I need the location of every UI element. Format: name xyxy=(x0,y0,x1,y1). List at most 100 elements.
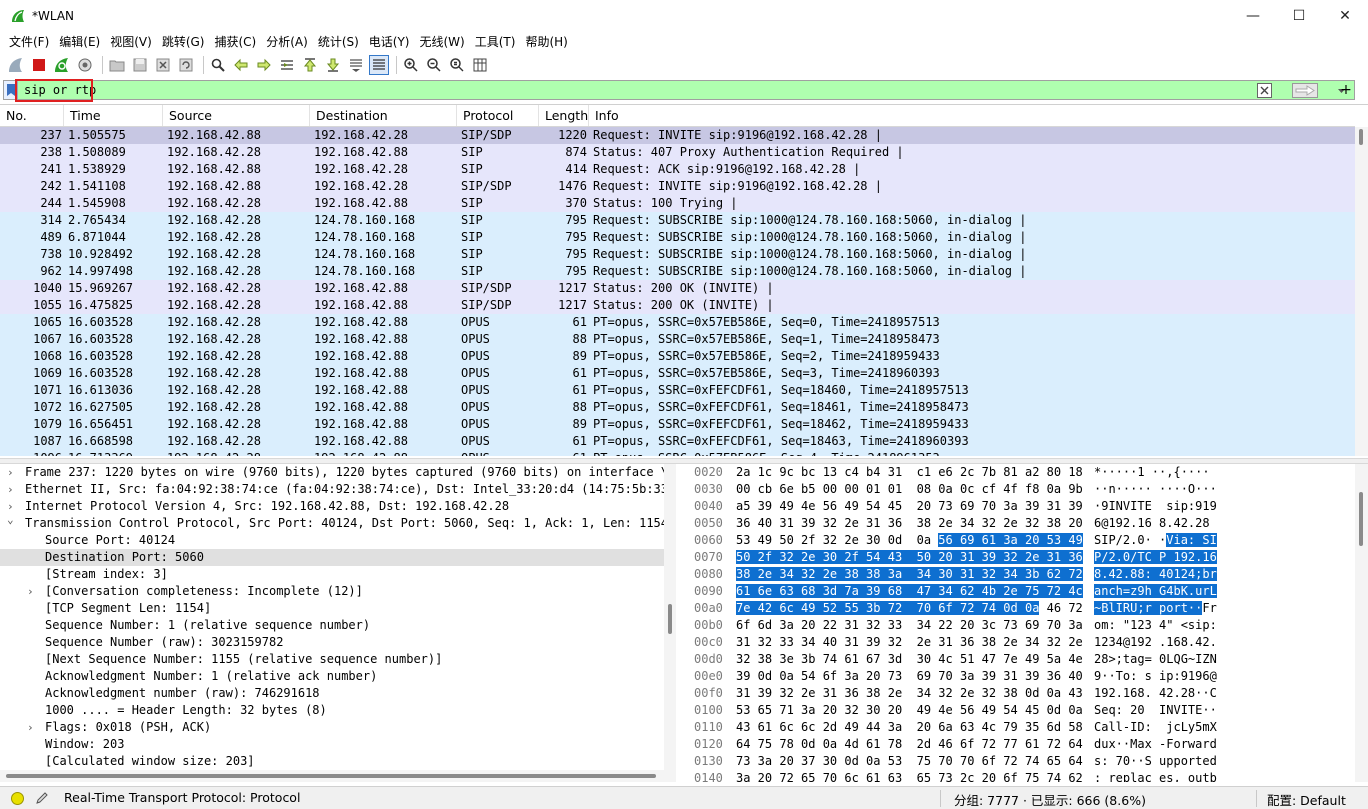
packet-details-tree[interactable]: › Frame 237: 1220 bytes on wire (9760 bit… xyxy=(0,464,676,770)
details-tree-item[interactable]: Window: 203 xyxy=(0,736,675,753)
details-tree-item[interactable]: [TCP Segment Len: 1154] xyxy=(0,600,675,617)
close-file-icon[interactable] xyxy=(153,55,173,75)
details-tree-item[interactable]: ⌄ Transmission Control Protocol, Src Port… xyxy=(0,513,675,532)
bytes-hex[interactable]: 64 75 78 0d 0a 4d 61 78 2d 46 6f 72 77 6… xyxy=(736,736,1083,753)
details-tree-item[interactable]: › [Conversation completeness: Incomplete … xyxy=(0,583,675,600)
details-scrollbar[interactable] xyxy=(664,464,676,770)
packet-row[interactable]: 314 2.765434 192.168.42.28 124.78.160.168 SI… xyxy=(0,212,1355,229)
menu-analyze[interactable]: 分析(A) xyxy=(261,31,313,53)
menu-telephony[interactable]: 电话(Y) xyxy=(364,31,415,53)
details-tree-item[interactable]: Sequence Number (raw): 3023159782 xyxy=(0,634,675,651)
packet-row[interactable]: 242 1.541108 192.168.42.88 192.168.42.28 SIP… xyxy=(0,178,1355,195)
packet-row[interactable]: 238 1.508089 192.168.42.28 192.168.42.88 SIP… xyxy=(0,144,1355,161)
minimize-button[interactable]: — xyxy=(1230,0,1276,31)
column-no[interactable]: No. xyxy=(0,105,64,126)
bytes-hex[interactable]: 6f 6d 3a 20 22 31 32 33 34 22 20 3c 73 6… xyxy=(736,617,1083,634)
expert-info-icon[interactable] xyxy=(11,792,24,805)
capture-comment-icon[interactable] xyxy=(34,790,50,809)
details-scroll-thumb[interactable] xyxy=(668,604,672,634)
details-tree-item[interactable]: › Internet Protocol Version 4, Src: 192.1… xyxy=(0,498,675,515)
menu-statistics[interactable]: 统计(S) xyxy=(313,31,364,53)
go-forward-icon[interactable] xyxy=(254,55,274,75)
bytes-ascii[interactable]: : replac es, outb xyxy=(1094,770,1217,782)
packet-row[interactable]: 1071 16.613036 192.168.42.28 192.168.42.88 O… xyxy=(0,382,1355,399)
find-packet-icon[interactable] xyxy=(208,55,228,75)
packet-row[interactable]: 1069 16.603528 192.168.42.28 192.168.42.88 O… xyxy=(0,365,1355,382)
chevron-right-icon[interactable]: › xyxy=(27,719,37,736)
details-tree-item[interactable]: › Flags: 0x018 (PSH, ACK) xyxy=(0,719,675,736)
details-tree-item[interactable]: Sequence Number: 1 (relative sequence nu… xyxy=(0,617,675,634)
bytes-ascii[interactable]: dux··Max -Forward xyxy=(1094,736,1217,753)
menu-wireless[interactable]: 无线(W) xyxy=(415,31,470,53)
bytes-hex[interactable]: 3a 20 72 65 70 6c 61 63 65 73 2c 20 6f 7… xyxy=(736,770,1083,782)
reload-file-icon[interactable] xyxy=(176,55,196,75)
bytes-hex[interactable]: 39 0d 0a 54 6f 3a 20 73 69 70 3a 39 31 3… xyxy=(736,668,1083,685)
bytes-hex[interactable]: 2a 1c 9c bc 13 c4 b4 31 c1 e6 2c 7b 81 a… xyxy=(736,464,1083,481)
details-tree-item[interactable]: › Frame 237: 1220 bytes on wire (9760 bit… xyxy=(0,464,675,481)
bytes-ascii[interactable]: 192.168. 42.28··C xyxy=(1094,685,1217,702)
chevron-down-icon[interactable]: ⌄ xyxy=(7,511,17,528)
chevron-right-icon[interactable]: › xyxy=(27,583,37,600)
last-packet-icon[interactable] xyxy=(323,55,343,75)
bytes-ascii[interactable]: Seq: 20 INVITE·· xyxy=(1094,702,1217,719)
bytes-ascii[interactable]: *·····1 ··,{···· xyxy=(1094,464,1210,481)
auto-scroll-icon[interactable] xyxy=(346,55,366,75)
packet-row[interactable]: 1079 16.656451 192.168.42.28 192.168.42.88 O… xyxy=(0,416,1355,433)
zoom-out-icon[interactable] xyxy=(424,55,444,75)
bytes-hex[interactable]: 53 49 50 2f 32 2e 30 0d 0a 56 69 61 3a 2… xyxy=(736,532,1083,549)
column-destination[interactable]: Destination xyxy=(310,105,457,126)
packet-row[interactable]: 244 1.545908 192.168.42.28 192.168.42.88 SIP… xyxy=(0,195,1355,212)
column-source[interactable]: Source xyxy=(163,105,310,126)
bytes-hex[interactable]: 73 3a 20 37 30 0d 0a 53 75 70 70 6f 72 7… xyxy=(736,753,1083,770)
column-length[interactable]: Length xyxy=(539,105,589,126)
maximize-button[interactable]: ☐ xyxy=(1276,0,1322,31)
bytes-hex[interactable]: 31 39 32 2e 31 36 38 2e 34 32 2e 32 38 0… xyxy=(736,685,1083,702)
details-horizontal-thumb[interactable] xyxy=(6,774,656,778)
details-tree-item[interactable]: Source Port: 40124 xyxy=(0,532,675,549)
bytes-ascii[interactable]: 28>;tag= 0LQG~IZN xyxy=(1094,651,1217,668)
menu-capture[interactable]: 捕获(C) xyxy=(209,31,261,53)
bytes-hex[interactable]: 53 65 71 3a 20 32 30 20 49 4e 56 49 54 4… xyxy=(736,702,1083,719)
zoom-normal-icon[interactable] xyxy=(447,55,467,75)
bytes-ascii[interactable]: 9··To: s ip:9196@ xyxy=(1094,668,1217,685)
packet-row[interactable]: 1068 16.603528 192.168.42.28 192.168.42.88 O… xyxy=(0,348,1355,365)
go-back-icon[interactable] xyxy=(231,55,251,75)
colorize-icon[interactable] xyxy=(369,55,389,75)
bytes-hex[interactable]: a5 39 49 4e 56 49 54 45 20 73 69 70 3a 3… xyxy=(736,498,1083,515)
start-capture-icon[interactable] xyxy=(6,55,26,75)
bytes-ascii[interactable]: P/2.0/TC P 192.16 xyxy=(1094,549,1217,566)
packet-row[interactable]: 1065 16.603528 192.168.42.28 192.168.42.88 O… xyxy=(0,314,1355,331)
chevron-right-icon[interactable]: › xyxy=(7,464,17,481)
display-filter-bar[interactable]: sip or rtp xyxy=(3,80,1355,100)
packet-row[interactable]: 109616.713369192.168.42.28192.168.42.88O… xyxy=(0,450,1355,456)
details-tree-item[interactable]: › Ethernet II, Src: fa:04:92:38:74:ce (fa… xyxy=(0,481,675,498)
menu-help[interactable]: 帮助(H) xyxy=(520,31,572,53)
packet-row[interactable]: 962 14.997498 192.168.42.28 124.78.160.168 S… xyxy=(0,263,1355,280)
save-file-icon[interactable] xyxy=(130,55,150,75)
bytes-hex[interactable]: 32 38 3e 3b 74 61 67 3d 30 4c 51 47 7e 4… xyxy=(736,651,1083,668)
bytes-hex[interactable]: 31 32 33 34 40 31 39 32 2e 31 36 38 2e 3… xyxy=(736,634,1083,651)
bytes-scroll-thumb[interactable] xyxy=(1359,492,1363,546)
bytes-ascii[interactable]: ~BlIRU;r port··Fr xyxy=(1094,600,1217,617)
bytes-hex[interactable]: 43 61 6c 6c 2d 49 44 3a 20 6a 63 4c 79 3… xyxy=(736,719,1083,736)
bytes-hex[interactable]: 00 cb 6e b5 00 00 01 01 08 0a 0c cf 4f f… xyxy=(736,481,1083,498)
bytes-ascii[interactable]: Call-ID: jcLy5mX xyxy=(1094,719,1217,736)
open-file-icon[interactable] xyxy=(107,55,127,75)
capture-options-icon[interactable] xyxy=(75,55,95,75)
packet-row[interactable]: 237 1.505575 192.168.42.88 192.168.42.28 SIP… xyxy=(0,127,1355,144)
bytes-ascii[interactable]: 8.42.88: 40124;br xyxy=(1094,566,1217,583)
packet-list-scroll-thumb[interactable] xyxy=(1359,129,1363,145)
packet-list[interactable]: No. Time Source Destination Protocol Len… xyxy=(0,104,1368,456)
packet-row[interactable]: 1087 16.668598 192.168.42.28 192.168.42.88 O… xyxy=(0,433,1355,450)
bytes-ascii[interactable]: om: "123 4" <sip: xyxy=(1094,617,1217,634)
details-tree-item[interactable]: Acknowledgment Number: 1 (relative ack n… xyxy=(0,668,675,685)
stop-capture-icon[interactable] xyxy=(29,55,49,75)
bytes-hex[interactable]: 7e 42 6c 49 52 55 3b 72 70 6f 72 74 0d 0… xyxy=(736,600,1083,617)
column-info[interactable]: Info xyxy=(589,105,1355,126)
packet-bytes-pane[interactable]: 0020 2a 1c 9c bc 13 c4 b4 31 c1 e6 2c 7b … xyxy=(688,464,1368,782)
resize-columns-icon[interactable] xyxy=(470,55,490,75)
menu-tools[interactable]: 工具(T) xyxy=(470,31,521,53)
menu-view[interactable]: 视图(V) xyxy=(105,31,157,53)
details-tree-item[interactable]: Destination Port: 5060 xyxy=(0,549,675,566)
column-time[interactable]: Time xyxy=(64,105,163,126)
